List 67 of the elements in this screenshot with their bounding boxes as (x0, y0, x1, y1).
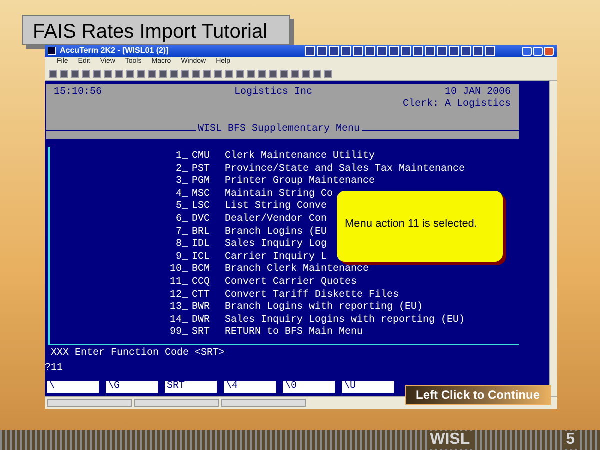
item-code: IDL (192, 239, 212, 252)
page-number: 5 (563, 431, 578, 449)
item-label: Maintain String Co (225, 188, 334, 200)
item-code: BWR (192, 302, 212, 315)
item-label: Branch Logins with reporting (EU) (225, 302, 424, 314)
item-code: PST (192, 164, 212, 176)
item-number: 9_ (174, 252, 188, 264)
item-code: LSC (192, 201, 212, 214)
item-label: Convert Carrier Quotes (225, 276, 358, 290)
date-text: 10 JAN 2006 (444, 87, 511, 98)
item-code: ICL (192, 252, 212, 264)
item-code: CTT (192, 290, 212, 302)
item-number: 6_ (174, 214, 188, 227)
item-number: 12_ (168, 290, 188, 302)
restore-button[interactable] (533, 46, 543, 56)
item-number: 99_ (168, 327, 188, 340)
item-label: List String Conve (225, 201, 328, 214)
item-number: 13_ (168, 302, 188, 315)
item-code: PGM (192, 176, 212, 189)
item-number: 1_ (174, 151, 188, 164)
item-label: Clerk Maintenance Utility (225, 151, 376, 164)
item-label: Sales Inquiry Log (225, 239, 328, 252)
item-label: Province/State and Sales Tax Maintenance (225, 164, 466, 176)
function-key-field[interactable]: \U (342, 380, 394, 393)
company-name: Logistics Inc (234, 87, 312, 99)
function-key-field[interactable]: SRT (165, 380, 217, 393)
item-code: CCQ (192, 276, 212, 290)
item-number: 3_ (174, 176, 188, 189)
input-text[interactable]: ?11 (45, 360, 549, 375)
item-label: Printer Group Maintenance (225, 176, 376, 188)
item-code: BRL (192, 226, 212, 239)
item-code: BCM (192, 264, 212, 277)
item-label: Branch Logins (EU (225, 226, 328, 238)
function-key-field[interactable]: \ (47, 380, 99, 393)
item-label: Convert Tariff Diskette Files (225, 290, 400, 302)
item-code: CMU (192, 151, 212, 164)
item-label: Sales Inquiry Logins with reporting (EU) (225, 314, 466, 326)
function-key-field[interactable]: \4 (224, 380, 276, 393)
menu-title: WISL BFS Supplementary Menu (196, 124, 362, 136)
close-button[interactable] (544, 46, 554, 56)
item-number: 14_ (168, 314, 188, 327)
item-label: RETURN to BFS Main Menu (225, 327, 364, 340)
function-key-field[interactable]: \0 (283, 380, 335, 393)
item-code: MSC (192, 188, 212, 201)
item-label: Carrier Inquiry L (225, 252, 328, 264)
item-code: SRT (192, 327, 212, 340)
item-number: 5_ (174, 201, 188, 214)
item-label: Branch Clerk Maintenance (225, 264, 370, 276)
item-label: Dealer/Vendor Con (225, 214, 328, 226)
window-title: AccuTerm 2K2 - [WISL01 (2)] (60, 45, 169, 57)
item-number: 11_ (168, 276, 188, 290)
item-number: 2_ (174, 164, 188, 176)
minimize-button[interactable] (522, 46, 532, 56)
clock-time: 15:10:56 (54, 87, 102, 99)
note-tooltip: Menu action 11 is selected. (337, 191, 503, 262)
item-number: 7_ (174, 226, 188, 239)
continue-button[interactable]: Left Click to Continue (405, 385, 551, 405)
item-code: DVC (192, 214, 212, 227)
item-number: 8_ (174, 239, 188, 252)
prompt-text: XXX Enter Function Code <SRT> (50, 346, 226, 360)
item-number: 4_ (174, 188, 188, 201)
function-key-field[interactable]: \G (106, 380, 158, 393)
item-number: 10_ (168, 264, 188, 277)
footer-logo: WISL (427, 431, 474, 449)
item-code: DWR (192, 314, 212, 327)
clerk-name: Clerk: A Logistics (402, 99, 511, 111)
app-icon (48, 47, 56, 55)
